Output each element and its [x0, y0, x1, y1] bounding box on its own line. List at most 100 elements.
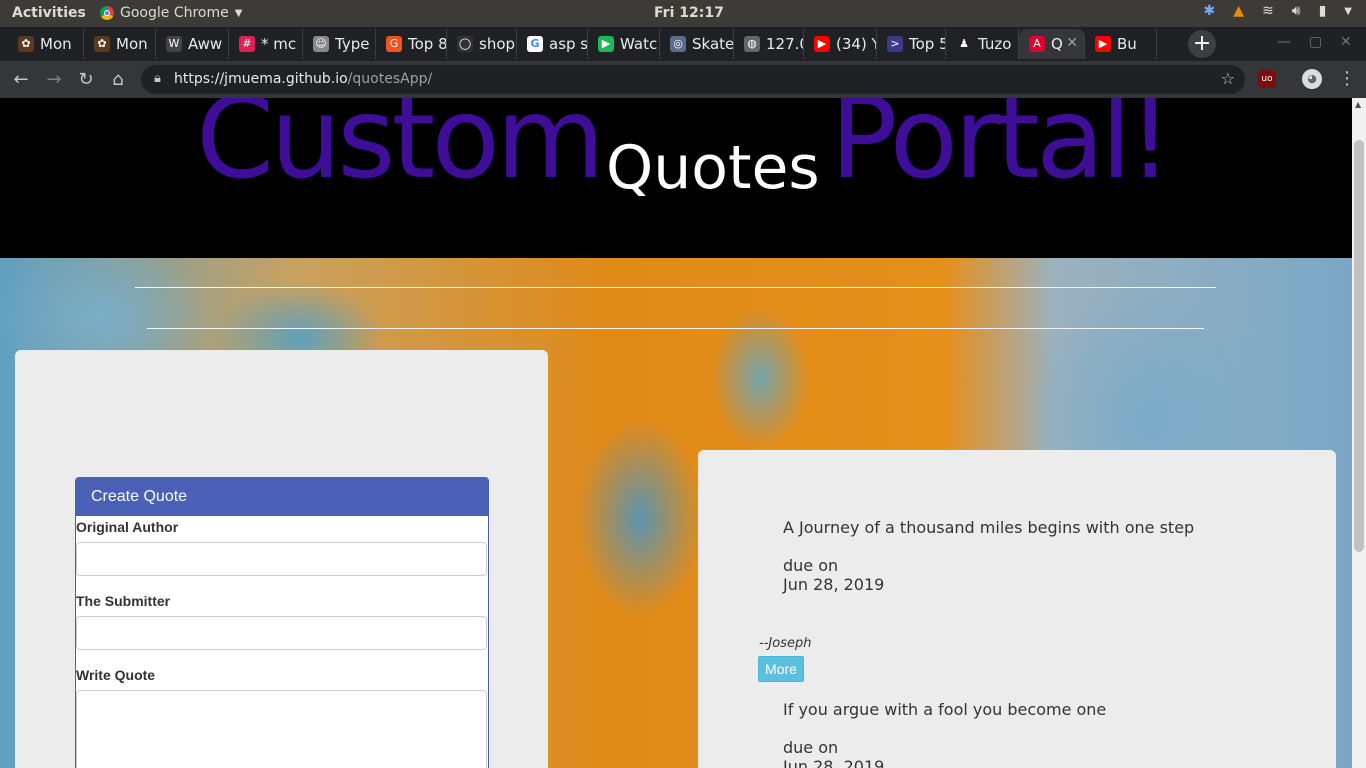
tab[interactable]: ◍ 127.0	[734, 29, 804, 59]
tab[interactable]: ☺ Type	[303, 29, 376, 59]
app-menu[interactable]: Google Chrome ▼	[100, 5, 242, 21]
quotes-panel: A Journey of a thousand miles begins wit…	[698, 450, 1336, 768]
system-top-bar: Activities Google Chrome ▼ Fri 12:17 ✱ ▲…	[0, 0, 1366, 27]
due-date: Jun 28, 2019	[783, 757, 885, 768]
scroll-up-icon[interactable]: ▲	[1355, 100, 1361, 109]
minimize-icon[interactable]: —	[1277, 34, 1291, 50]
chevron-down-icon[interactable]: ▼	[1344, 6, 1352, 17]
due-label: due on	[783, 738, 839, 757]
awwwards-icon: W	[166, 36, 182, 52]
github-icon: ◯	[457, 36, 473, 52]
tab[interactable]: ◯ shop	[447, 29, 517, 59]
activities-button[interactable]: Activities	[12, 5, 86, 21]
scrollbar-thumb[interactable]	[1354, 140, 1364, 552]
tab[interactable]: > Top 5	[877, 29, 946, 59]
tab-label: Bu	[1117, 35, 1137, 53]
tab-label: Q	[1051, 35, 1063, 53]
tab-label: Top 8	[408, 35, 447, 53]
slack-icon: #	[239, 36, 255, 52]
youtube-icon: ▶	[1095, 36, 1111, 52]
tab[interactable]: A Q ✕	[1019, 29, 1085, 59]
app-name: Google Chrome	[120, 5, 229, 21]
submitter-input[interactable]	[76, 616, 487, 650]
address-bar[interactable]: 🔒︎ https://jmuema.github.io/quotesApp/ ☆	[141, 65, 1245, 94]
forward-button[interactable]: →	[43, 69, 65, 90]
page-scrollbar[interactable]: ▲	[1352, 98, 1366, 768]
tab-strip: ✿ Mon ✿ Mon W Aww # * mc ☺ Type G Top 8 ◯ shop Gasp s ▶…	[0, 27, 1366, 61]
quote-textarea[interactable]	[76, 690, 487, 768]
quote-text: A Journey of a thousand miles begins wit…	[783, 518, 1195, 537]
volume-icon[interactable]: 🔊︎	[1292, 3, 1301, 19]
chrome-menu-icon[interactable]: ⋮	[1338, 68, 1356, 89]
url-text[interactable]: https://jmuema.github.io/quotesApp/	[174, 71, 432, 87]
tab-label: Mon	[40, 35, 72, 53]
page-header: Custom Quotes Portal!	[0, 98, 1352, 258]
tab[interactable]: Gasp s	[517, 29, 588, 59]
terminal-icon: >	[887, 36, 903, 52]
back-button[interactable]: ←	[10, 69, 32, 90]
tab-label: * mc	[261, 35, 297, 53]
reload-button[interactable]: ↻	[75, 69, 97, 90]
tab[interactable]: ✿ Mon	[8, 29, 84, 59]
vlc-icon[interactable]: ▲	[1233, 3, 1244, 19]
tab-label: Watc	[620, 35, 658, 53]
close-window-icon[interactable]: ✕	[1340, 34, 1352, 50]
tab[interactable]: W Aww	[156, 29, 229, 59]
angular-icon: A	[1029, 36, 1045, 52]
person-icon: ♟	[956, 36, 972, 52]
tab[interactable]: ✿ Mon	[84, 29, 156, 59]
ublock-extension-icon[interactable]: uo	[1258, 70, 1276, 88]
google-icon: G	[527, 36, 543, 52]
toolbar: ← → ↻ ⌂ 🔒︎ https://jmuema.github.io/quot…	[0, 61, 1366, 98]
due-label: due on	[783, 556, 839, 575]
typeform-icon: ☺	[313, 36, 329, 52]
tab-label: shop	[479, 35, 516, 53]
battery-icon[interactable]: ▮	[1319, 3, 1327, 19]
maximize-icon[interactable]: ▢	[1309, 34, 1322, 50]
title-word-quotes: Quotes	[606, 133, 820, 203]
author-input[interactable]	[76, 542, 487, 576]
tab-label: Mon	[116, 35, 148, 53]
tab-label: 127.0	[766, 35, 803, 53]
title-word-custom: Custom	[196, 98, 605, 204]
youtube-icon: ▶	[814, 36, 830, 52]
tab-label: asp s	[549, 35, 588, 53]
page-viewport: Custom Quotes Portal! Create Quote Origi…	[0, 98, 1352, 768]
quote-label: Write Quote	[76, 667, 156, 683]
create-quote-card: Create Quote Original Author The Submitt…	[75, 477, 489, 768]
more-button[interactable]: More	[758, 656, 804, 682]
tab[interactable]: ▶ Watc	[588, 29, 660, 59]
bookmark-star-icon[interactable]: ☆	[1221, 69, 1235, 88]
clock[interactable]: Fri 12:17	[654, 5, 724, 21]
quote-text: If you argue with a fool you become one	[783, 700, 1107, 719]
tab[interactable]: # * mc	[229, 29, 303, 59]
form-panel: Create Quote Original Author The Submitt…	[15, 350, 548, 768]
globe-icon: ◍	[744, 36, 760, 52]
tab[interactable]: ♟ Tuzo	[946, 29, 1019, 59]
home-button[interactable]: ⌂	[107, 69, 129, 90]
play-icon: ▶	[598, 36, 614, 52]
new-tab-button[interactable]: +	[1188, 30, 1216, 58]
close-tab-icon[interactable]: ✕	[1066, 35, 1078, 51]
monkey-icon: ✿	[94, 36, 110, 52]
submitter-label: The Submitter	[76, 593, 171, 609]
bluetooth-icon[interactable]: ✱	[1204, 3, 1216, 19]
divider-top	[135, 287, 1216, 288]
skate-icon: ◎	[670, 36, 686, 52]
orange-circle-icon: G	[386, 36, 402, 52]
tab[interactable]: ◎ Skate	[660, 29, 734, 59]
chrome-icon	[100, 6, 114, 20]
lock-icon[interactable]: 🔒︎	[154, 71, 161, 86]
tab-label: Skate	[692, 35, 734, 53]
divider-bottom	[147, 328, 1204, 329]
system-tray[interactable]: ✱ ▲ ≋ 🔊︎ ▮ ▼	[1204, 3, 1353, 19]
author-label: Original Author	[76, 519, 179, 535]
tab[interactable]: G Top 8	[376, 29, 447, 59]
tab[interactable]: ▶ Bu	[1085, 29, 1157, 59]
tab-label: Aww	[188, 35, 223, 53]
extension-icon[interactable]: ◕	[1302, 69, 1322, 89]
wifi-icon[interactable]: ≋	[1262, 3, 1274, 19]
chevron-down-icon: ▼	[234, 7, 243, 19]
tab[interactable]: ▶ (34) Y	[804, 29, 877, 59]
tab-label: Tuzo	[978, 35, 1012, 53]
